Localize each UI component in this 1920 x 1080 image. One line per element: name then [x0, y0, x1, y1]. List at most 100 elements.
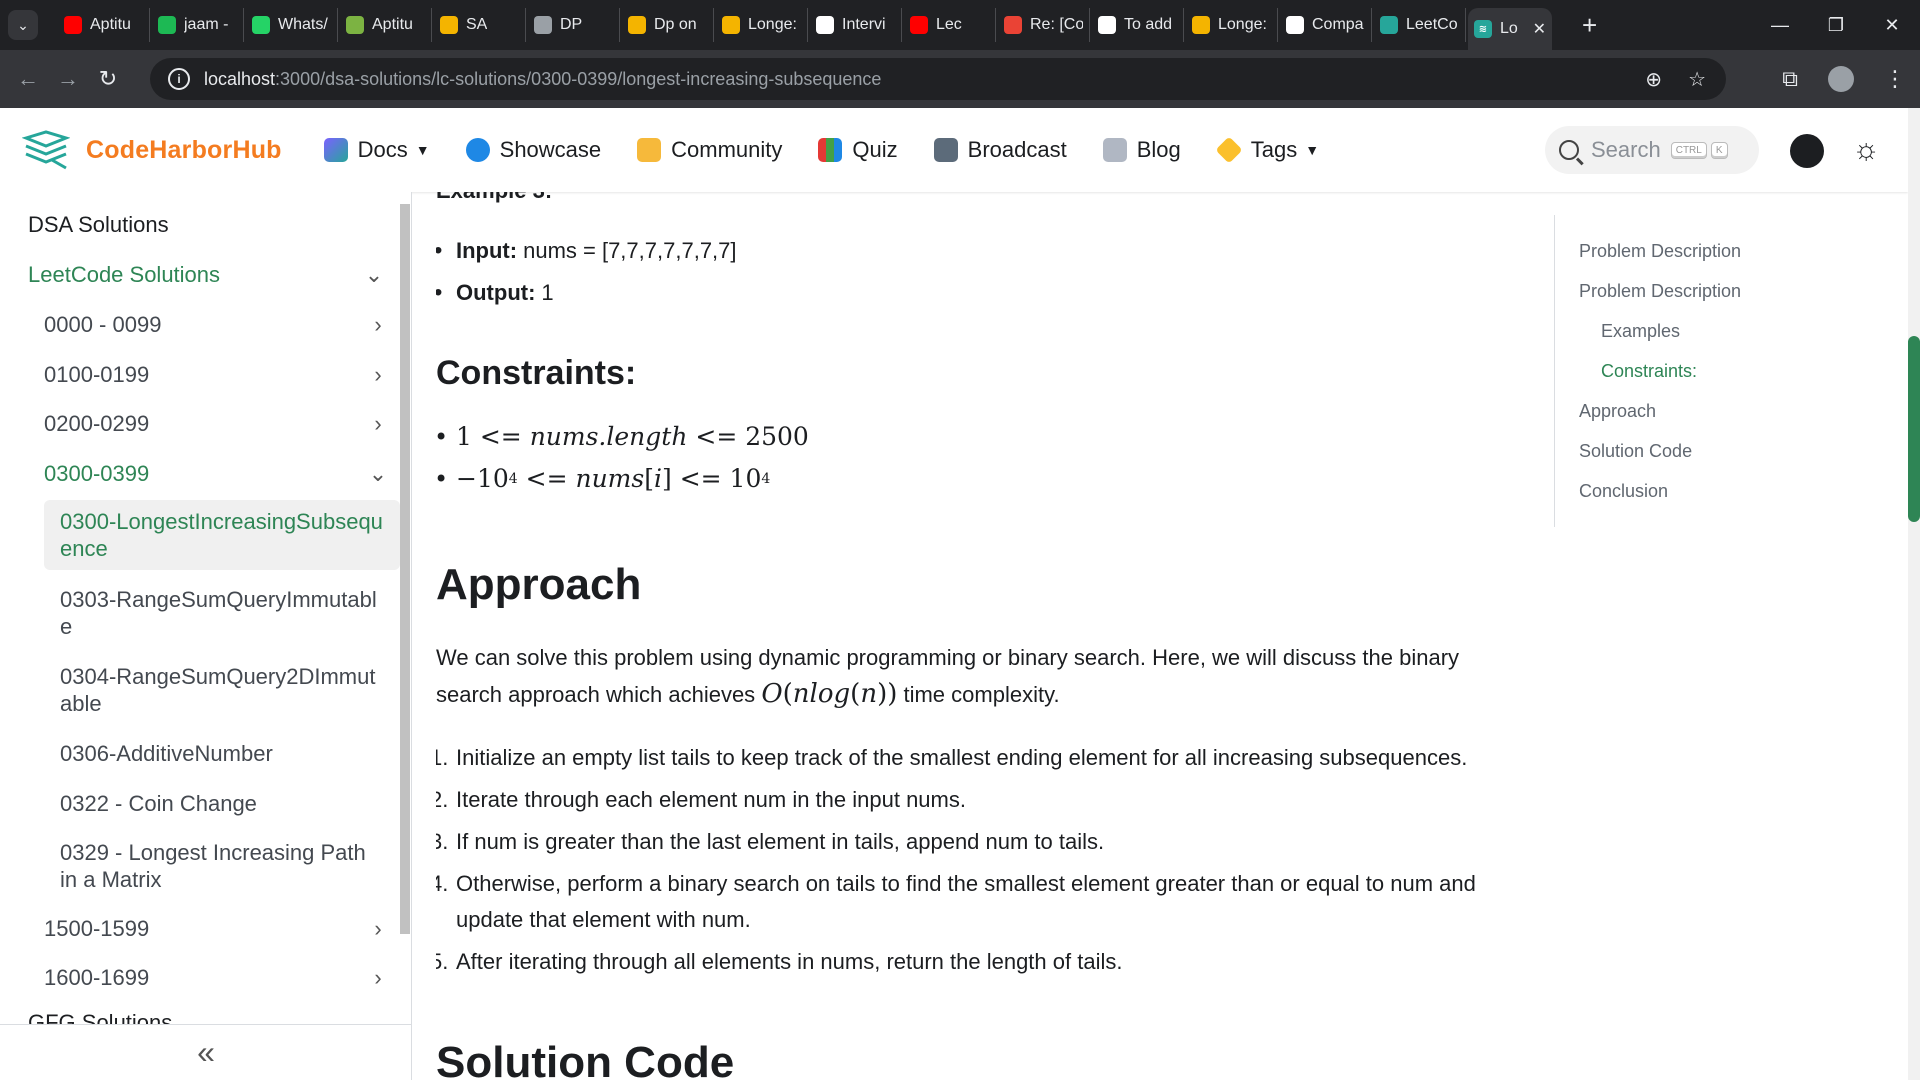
restore-icon[interactable]: ❐ — [1808, 15, 1864, 36]
sidebar-item-0300[interactable]: 0300-LongestIncreasingSubsequence — [44, 500, 400, 570]
tab-active[interactable]: ≋ Lo ✕ — [1468, 8, 1552, 50]
chevron-right-icon[interactable]: › — [366, 312, 390, 338]
forward-icon[interactable]: → — [48, 66, 88, 92]
browser-tab[interactable]: To add — [1092, 8, 1184, 42]
close-window-icon[interactable]: ✕ — [1864, 15, 1920, 36]
sidebar-label: LeetCode Solutions — [28, 262, 221, 287]
tab-title: Dp on — [654, 16, 697, 33]
nav-blog[interactable]: Blog — [1102, 137, 1181, 163]
sidebar-group-0200[interactable]: 0200-0299 › — [44, 411, 400, 437]
toc-link[interactable]: Solution Code — [1579, 441, 1692, 462]
tab-search-dropdown[interactable]: ⌄ — [8, 10, 38, 40]
search-button[interactable]: Search CTRL K — [1545, 126, 1759, 174]
page-scrollbar[interactable] — [1908, 108, 1920, 1080]
nav-tags[interactable]: Tags ▼ — [1215, 136, 1319, 164]
output-label: Output: — [456, 280, 536, 305]
browser-tab[interactable]: Whats/ — [246, 8, 338, 42]
close-tab-icon[interactable]: ✕ — [1533, 19, 1546, 39]
browser-tab[interactable]: LeetCo — [1374, 8, 1466, 42]
browser-tab[interactable]: Longe: — [716, 8, 808, 42]
theme-toggle-sun-icon[interactable]: ☼ — [1850, 134, 1882, 166]
site-info-icon[interactable]: i — [168, 68, 190, 90]
chevron-right-icon[interactable]: › — [366, 411, 390, 437]
browser-tab[interactable]: Re: [Co — [998, 8, 1090, 42]
sidebar-group-0100[interactable]: 0100-0199 › — [44, 362, 400, 388]
tag-icon — [1215, 136, 1243, 164]
sidebar-group-0000[interactable]: 0000 - 0099 › — [44, 312, 400, 338]
zoom-icon[interactable]: ⊕ — [1645, 67, 1662, 92]
sidebar-scrollbar[interactable] — [400, 204, 410, 934]
whatsapp-icon — [252, 16, 270, 34]
browser-tab[interactable]: Compa — [1280, 8, 1372, 42]
nav-quiz[interactable]: Quiz — [818, 137, 898, 163]
nav-docs[interactable]: Docs ▼ — [323, 137, 430, 163]
kbd-k: K — [1710, 141, 1728, 159]
browser-tab[interactable]: Longe: — [1186, 8, 1278, 42]
nav-showcase-label: Showcase — [499, 137, 602, 162]
youtube-icon — [910, 16, 928, 34]
browser-tab[interactable]: DP — [528, 8, 620, 42]
url-field[interactable]: i localhost:3000/dsa-solutions/lc-soluti… — [150, 58, 1726, 100]
tab-title: SA — [466, 16, 488, 33]
sidebar-item-leetcode-solutions[interactable]: LeetCode Solutions ⌄ — [28, 262, 386, 288]
toc-link[interactable]: Conclusion — [1579, 481, 1668, 502]
sidebar-item-0304[interactable]: 0304-RangeSumQuery2DImmutable — [44, 655, 400, 725]
search-icon — [1559, 140, 1579, 160]
sidebar-label: 0100-0199 — [44, 362, 150, 387]
chevron-right-icon[interactable]: › — [366, 965, 390, 991]
sidebar-group-1500[interactable]: 1500-1599 › — [44, 916, 400, 942]
tab-title: Aptitu — [372, 16, 413, 33]
menu-icon[interactable]: ⋮ — [1884, 66, 1906, 92]
approach-paragraph: We can solve this problem using dynamic … — [436, 640, 1506, 713]
nav-docs-label: Docs — [357, 137, 408, 162]
arrow-icon — [628, 16, 646, 34]
browser-tab[interactable]: Intervi — [810, 8, 902, 42]
toc-link-active[interactable]: Constraints: — [1601, 361, 1697, 382]
sidebar-item-0329[interactable]: 0329 - Longest Increasing Path in a Matr… — [44, 831, 400, 901]
back-icon[interactable]: ← — [8, 66, 48, 92]
nav-broadcast[interactable]: Broadcast — [933, 137, 1067, 163]
tab-title: LeetCo — [1406, 16, 1458, 33]
browser-tab[interactable]: Lec — [904, 8, 996, 42]
sidebar-label: 0300-0399 — [44, 461, 150, 486]
nav-community[interactable]: Community — [637, 137, 782, 163]
caret-down-icon: ▼ — [415, 142, 430, 158]
site-logo[interactable]: CodeHarborHub — [22, 130, 282, 170]
chevron-down-icon[interactable]: ⌄ — [362, 262, 386, 288]
browser-tab[interactable]: SA — [434, 8, 526, 42]
nav-blog-label: Blog — [1136, 137, 1181, 162]
tab-title: Longe: — [748, 16, 797, 33]
toc-link[interactable]: Approach — [1579, 401, 1656, 422]
minimize-icon[interactable]: — — [1752, 15, 1808, 36]
browser-tab[interactable]: Dp on — [622, 8, 714, 42]
tab-title: Compa — [1312, 16, 1364, 33]
reload-icon[interactable]: ↻ — [88, 66, 128, 92]
chevron-down-icon[interactable]: ⌄ — [366, 461, 390, 487]
extensions-icon[interactable]: ⧉ — [1782, 66, 1798, 92]
approach-line-2a: search approach which achieves — [436, 682, 756, 707]
browser-tab[interactable]: jaam - — [152, 8, 244, 42]
sidebar-item-0303[interactable]: 0303-RangeSumQueryImmutable — [44, 578, 400, 648]
collapse-sidebar-button[interactable]: « — [0, 1024, 412, 1080]
sidebar-group-1600[interactable]: 1600-1699 › — [44, 965, 400, 991]
bookmark-star-icon[interactable]: ☆ — [1688, 67, 1706, 92]
profile-avatar[interactable] — [1828, 66, 1854, 92]
toc-link[interactable]: Problem Description — [1579, 281, 1741, 302]
double-chevron-left-icon: « — [197, 1034, 215, 1070]
tab-title: To add — [1124, 16, 1173, 33]
toc-link[interactable]: Problem Description — [1579, 241, 1741, 262]
browser-tab[interactable]: Aptitu — [340, 8, 432, 42]
github-icon[interactable] — [1790, 134, 1824, 168]
scrollbar-thumb[interactable] — [1908, 336, 1920, 522]
sidebar-item-dsa-solutions[interactable]: DSA Solutions — [28, 212, 169, 238]
sidebar-item-gfg-solutions[interactable]: GFG Solutions — [28, 1010, 172, 1024]
sidebar-item-0306[interactable]: 0306-AdditiveNumber — [44, 732, 400, 775]
sidebar-item-0322[interactable]: 0322 - Coin Change — [44, 782, 400, 825]
browser-tab[interactable]: Aptitu — [58, 8, 150, 42]
nav-showcase[interactable]: Showcase — [465, 137, 602, 163]
new-tab-button[interactable]: + — [1582, 10, 1597, 41]
toc-link[interactable]: Examples — [1601, 321, 1680, 342]
chevron-right-icon[interactable]: › — [366, 916, 390, 942]
sidebar-group-0300[interactable]: 0300-0399 ⌄ — [44, 461, 400, 487]
chevron-right-icon[interactable]: › — [366, 362, 390, 388]
